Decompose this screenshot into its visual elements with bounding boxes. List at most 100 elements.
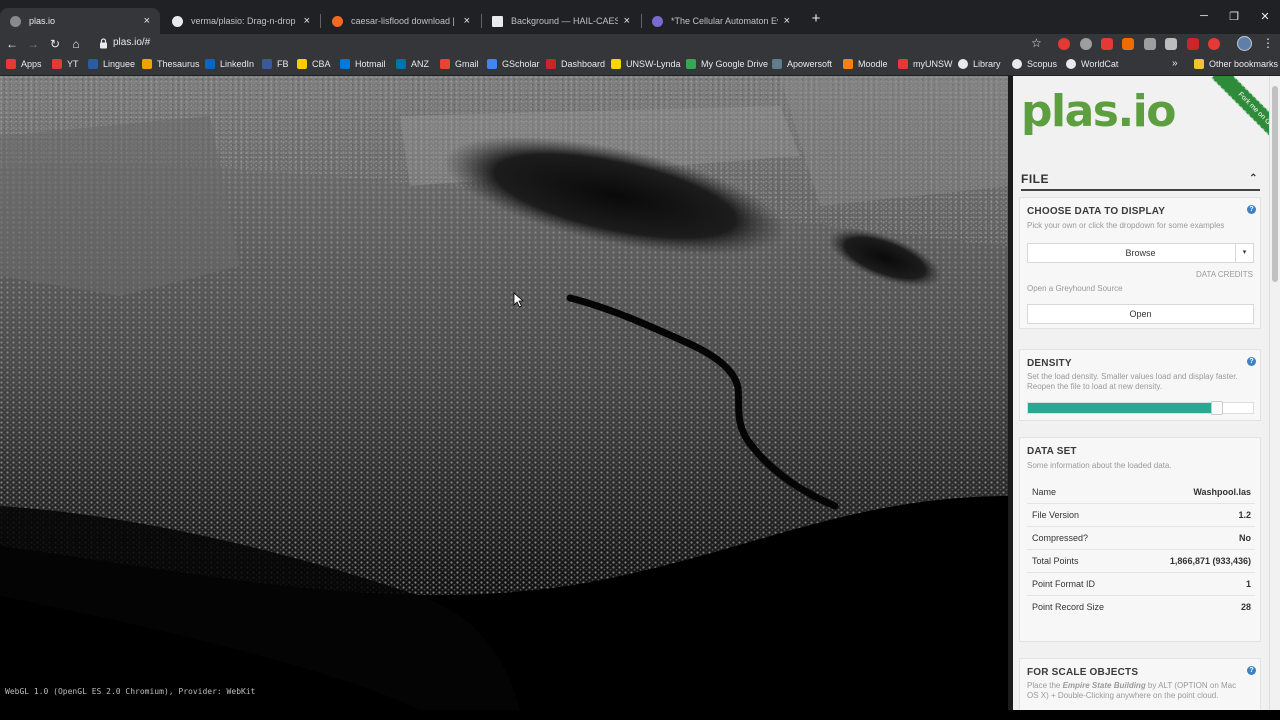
address-bar[interactable]: plas.io/# [113, 37, 150, 48]
bookmark-scopus[interactable]: Scopus [1012, 59, 1057, 69]
dataset-row-file-version: File Version 1.2 [1027, 504, 1255, 527]
bookmark-google-drive[interactable]: My Google Drive [686, 59, 768, 69]
open-button[interactable]: Open [1027, 304, 1254, 324]
tab-plasio[interactable]: plas.io × [0, 8, 160, 34]
bookmark-other[interactable]: Other bookmarks [1194, 59, 1278, 69]
bookmark-label: UNSW-Lynda [626, 59, 681, 69]
dataset-key: File Version [1032, 510, 1080, 520]
point-cloud-viewport[interactable]: WebGL 1.0 (OpenGL ES 2.0 Chromium), Prov… [0, 76, 1010, 710]
density-slider-handle[interactable] [1211, 401, 1223, 415]
forward-arrow-icon[interactable]: → [25, 36, 41, 52]
bookmark-moodle[interactable]: Moodle [843, 59, 888, 69]
chevron-down-icon[interactable]: ▾ [1235, 244, 1253, 262]
tab-close-icon[interactable]: × [784, 15, 790, 27]
tab-title: verma/plasio: Drag-n-drop In-br [191, 16, 298, 26]
bookmark-worldcat[interactable]: WorldCat [1066, 59, 1118, 69]
ext-red-icon[interactable] [1058, 38, 1070, 50]
github-ribbon[interactable]: Fork me on GitHub [1192, 76, 1269, 166]
ext-pdf-icon[interactable] [1187, 38, 1199, 50]
choose-data-card: CHOOSE DATA TO DISPLAY ? Pick your own o… [1019, 197, 1261, 329]
thesaurus-icon [142, 59, 152, 69]
file-section-header[interactable]: FILE ⌃ [1021, 172, 1260, 191]
bookmark-hotmail[interactable]: Hotmail [340, 59, 386, 69]
plasio-favicon-icon [10, 15, 21, 27]
linkedin-icon [205, 59, 215, 69]
tab-sourceforge[interactable]: caesar-lisflood download | Sour × [322, 8, 480, 34]
point-cloud-canvas[interactable] [0, 76, 1010, 710]
panel-scrollbar-thumb[interactable] [1272, 86, 1278, 282]
bookmark-apowersoft[interactable]: Apowersoft [772, 59, 832, 69]
minimize-icon[interactable]: ─ [1197, 10, 1211, 22]
dataset-card: DATA SET Some information about the load… [1019, 437, 1261, 642]
more-bookmarks-button[interactable]: » [1172, 58, 1178, 69]
bookmark-linguee[interactable]: Linguee [88, 59, 135, 69]
scale-objects-description: Place the Empire State Building by ALT (… [1027, 681, 1249, 701]
bookmark-thesaurus[interactable]: Thesaurus [142, 59, 200, 69]
bookmark-unsw-lynda[interactable]: UNSW-Lynda [611, 59, 681, 69]
plasio-logo: plas.io [1021, 86, 1176, 137]
dataset-key: Name [1032, 487, 1057, 497]
bookmark-anz[interactable]: ANZ [396, 59, 429, 69]
github-favicon-icon [172, 15, 183, 27]
bookmark-myunsw[interactable]: myUNSW [898, 59, 953, 69]
close-window-icon[interactable]: ✕ [1258, 10, 1272, 23]
bookmark-gmail[interactable]: Gmail [440, 59, 479, 69]
tab-close-icon[interactable]: × [624, 15, 630, 27]
bookmark-label: GScholar [502, 59, 540, 69]
reload-icon[interactable]: ↻ [47, 36, 63, 52]
ext-grid-icon[interactable] [1144, 38, 1156, 50]
browser-menu-icon[interactable]: ⋮ [1262, 36, 1274, 50]
bookmark-label: ANZ [411, 59, 429, 69]
lock-icon[interactable] [99, 38, 108, 49]
home-icon[interactable]: ⌂ [68, 36, 84, 52]
tab-hail-caesar[interactable]: Background — HAIL-CAESAR 1.0 × [482, 8, 640, 34]
google-drive-icon [686, 59, 696, 69]
chevron-up-icon[interactable]: ⌃ [1249, 173, 1258, 184]
dataset-description: Some information about the loaded data. [1027, 461, 1172, 470]
bookmark-yt[interactable]: YT [52, 59, 79, 69]
browse-button[interactable]: Browse ▾ [1027, 243, 1254, 263]
panel-scrollbar[interactable] [1269, 76, 1280, 710]
bookmark-star-icon[interactable]: ☆ [1031, 36, 1042, 50]
density-title: DENSITY [1027, 358, 1072, 369]
bookmark-label: myUNSW [913, 59, 953, 69]
ext-orange-icon[interactable] [1122, 38, 1134, 50]
data-credits-link[interactable]: DATA CREDITS [1196, 270, 1253, 279]
control-panel: plas.io Fork me on GitHub FILE ⌃ CHOOSE … [1013, 76, 1269, 710]
bookmark-fb[interactable]: FB [262, 59, 289, 69]
density-slider[interactable] [1027, 401, 1254, 415]
ext-bulb-icon[interactable] [1080, 38, 1092, 50]
ext-cast-icon[interactable] [1165, 38, 1177, 50]
tab-cellular-automaton[interactable]: *The Cellular Automaton Evolutio × [642, 8, 800, 34]
restore-icon[interactable]: ❐ [1227, 10, 1241, 23]
dataset-row-total-points: Total Points 1,866,871 (933,436) [1027, 550, 1255, 573]
bookmark-cba[interactable]: CBA [297, 59, 331, 69]
bookmark-apps[interactable]: Apps [6, 59, 42, 69]
bookmark-gscholar[interactable]: GScholar [487, 59, 540, 69]
dataset-row-compressed: Compressed? No [1027, 527, 1255, 550]
dataset-row-point-format: Point Format ID 1 [1027, 573, 1255, 596]
profile-avatar[interactable] [1237, 36, 1252, 51]
choose-data-title: CHOOSE DATA TO DISPLAY [1027, 206, 1166, 217]
dataset-row-record-size: Point Record Size 28 [1027, 596, 1255, 619]
bookmark-linkedin[interactable]: LinkedIn [205, 59, 254, 69]
back-arrow-icon[interactable]: ← [4, 36, 20, 52]
bookmark-label: CBA [312, 59, 331, 69]
help-icon[interactable]: ? [1247, 666, 1256, 675]
tab-close-icon[interactable]: × [304, 15, 310, 27]
bookmark-library[interactable]: Library [958, 59, 1001, 69]
help-icon[interactable]: ? [1247, 205, 1256, 214]
bookmark-label: Apps [21, 59, 42, 69]
apowersoft-icon [772, 59, 782, 69]
tab-github[interactable]: verma/plasio: Drag-n-drop In-br × [162, 8, 320, 34]
tab-close-icon[interactable]: × [144, 15, 150, 27]
tab-close-icon[interactable]: × [464, 15, 470, 27]
scale-desc-text: Place the [1027, 681, 1063, 690]
help-icon[interactable]: ? [1247, 357, 1256, 366]
ext-swirl-icon[interactable] [1208, 38, 1220, 50]
tab-title: caesar-lisflood download | Sour [351, 16, 458, 26]
new-tab-button[interactable]: + [808, 11, 824, 27]
ext-youtube-icon[interactable] [1101, 38, 1113, 50]
mouse-cursor-icon [513, 292, 525, 308]
bookmark-dashboard[interactable]: Dashboard [546, 59, 605, 69]
